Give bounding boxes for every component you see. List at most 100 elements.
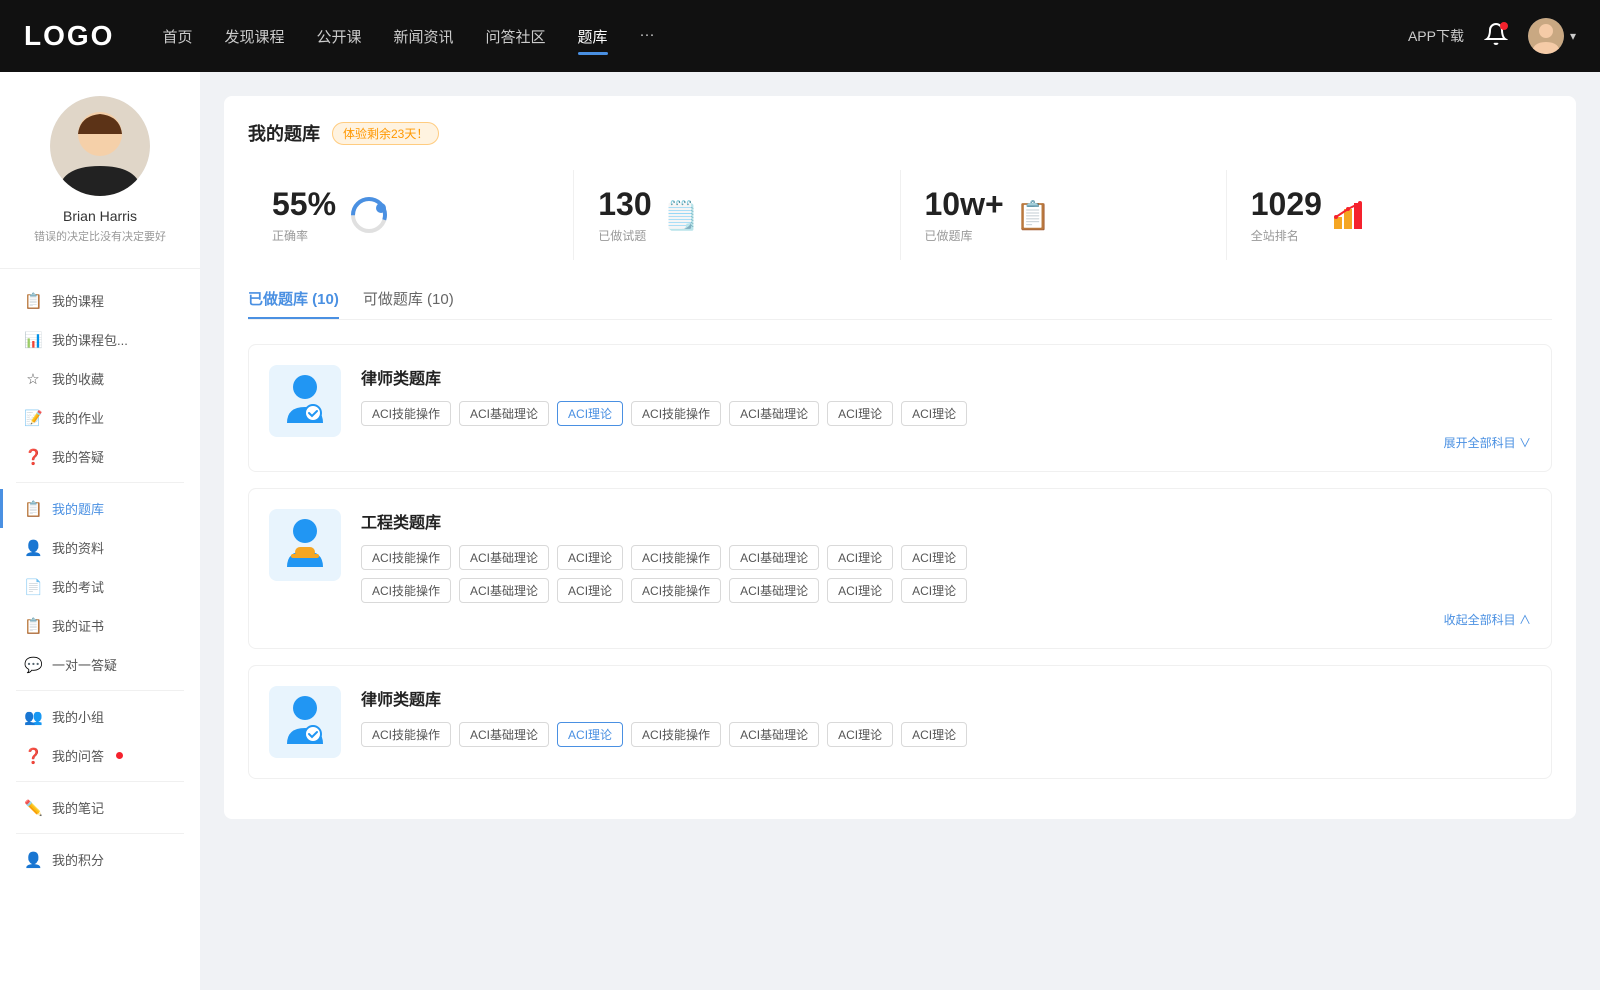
page-header: 我的题库 体验剩余23天！	[248, 120, 1552, 146]
bank-info-lawyer-2: 律师类题库 ACI技能操作 ACI基础理论 ACI理论 ACI技能操作 ACI基…	[361, 686, 1531, 755]
tag-eng-8[interactable]: ACI技能操作	[361, 578, 451, 603]
topnav-menu-item[interactable]: 新闻资讯	[394, 22, 454, 51]
topnav-menu-item[interactable]: 首页	[162, 22, 192, 51]
topnav-menu: 首页 发现课程 公开课 新闻资讯 问答社区 题库 ···	[162, 22, 1408, 51]
tag-lawyer1-7[interactable]: ACI理论	[901, 401, 967, 426]
tag-lawyer2-6[interactable]: ACI理论	[827, 722, 893, 747]
tag-lawyer1-1[interactable]: ACI技能操作	[361, 401, 451, 426]
sidebar-item-我的课程[interactable]: 📋 我的课程	[0, 281, 200, 320]
sidebar-item-我的笔记[interactable]: ✏️ 我的笔记	[0, 788, 200, 827]
stats-row: 55% 正确率 130 已做试题 🗒️	[248, 170, 1552, 260]
tag-lawyer2-4[interactable]: ACI技能操作	[631, 722, 721, 747]
sidebar-item-我的小组[interactable]: 👥 我的小组	[0, 697, 200, 736]
topnav-menu-item[interactable]: 公开课	[316, 22, 361, 51]
tag-eng-5[interactable]: ACI基础理论	[729, 545, 819, 570]
tag-lawyer1-4[interactable]: ACI技能操作	[631, 401, 721, 426]
tag-eng-1[interactable]: ACI技能操作	[361, 545, 451, 570]
sidebar-item-label: 一对一答疑	[52, 655, 117, 674]
tag-lawyer1-3[interactable]: ACI理论	[557, 401, 623, 426]
lawyer2-icon-wrap	[269, 686, 341, 758]
tag-eng-12[interactable]: ACI基础理论	[729, 578, 819, 603]
avatar	[1528, 18, 1564, 54]
tag-lawyer2-5[interactable]: ACI基础理论	[729, 722, 819, 747]
stat-done-banks-label: 已做题库	[925, 227, 1004, 244]
tag-eng-2[interactable]: ACI基础理论	[459, 545, 549, 570]
trial-badge: 体验剩余23天！	[332, 122, 439, 145]
topnav-menu-item[interactable]: 问答社区	[486, 22, 546, 51]
tag-eng-7[interactable]: ACI理论	[901, 545, 967, 570]
notes-orange-icon: 📋	[1016, 199, 1051, 232]
stat-done-questions-value: 130	[598, 186, 651, 223]
tag-eng-13[interactable]: ACI理论	[827, 578, 893, 603]
sidebar-item-label: 我的证书	[52, 616, 104, 635]
tag-eng-11[interactable]: ACI技能操作	[631, 578, 721, 603]
bank-tags-lawyer-1: ACI技能操作 ACI基础理论 ACI理论 ACI技能操作 ACI基础理论 AC…	[361, 401, 1531, 426]
content-card: 我的题库 体验剩余23天！ 55% 正确率	[224, 96, 1576, 819]
stat-site-rank-value: 1029	[1251, 186, 1322, 223]
bank-name-engineer: 工程类题库	[361, 509, 1531, 533]
lawyer-icon-wrap	[269, 365, 341, 437]
notification-bell[interactable]	[1484, 22, 1508, 51]
bank-tags-engineer-row1: ACI技能操作 ACI基础理论 ACI理论 ACI技能操作 ACI基础理论 AC…	[361, 545, 1531, 570]
sidebar-item-我的积分[interactable]: 👤 我的积分	[0, 840, 200, 879]
tag-eng-14[interactable]: ACI理论	[901, 578, 967, 603]
tab-available-banks[interactable]: 可做题库 (10)	[363, 288, 454, 319]
tag-lawyer2-1[interactable]: ACI技能操作	[361, 722, 451, 747]
tag-lawyer1-2[interactable]: ACI基础理论	[459, 401, 549, 426]
bar-chart-icon	[1334, 201, 1366, 229]
bank-tags-engineer-row2: ACI技能操作 ACI基础理论 ACI理论 ACI技能操作 ACI基础理论 AC…	[361, 578, 1531, 603]
sidebar-item-我的答疑[interactable]: ❓ 我的答疑	[0, 437, 200, 476]
bank-collapse-engineer[interactable]: 收起全部科目 ∧	[361, 611, 1531, 628]
app-download-link[interactable]: APP下载	[1408, 26, 1464, 46]
sidebar: Brian Harris 错误的决定比没有决定要好 📋 我的课程 📊 我的课程包…	[0, 72, 200, 990]
tag-eng-3[interactable]: ACI理论	[557, 545, 623, 570]
sidebar-item-label: 我的积分	[52, 850, 104, 869]
sidebar-item-我的考试[interactable]: 📄 我的考试	[0, 567, 200, 606]
user-avatar-menu[interactable]: ▾	[1528, 18, 1576, 54]
tag-lawyer1-5[interactable]: ACI基础理论	[729, 401, 819, 426]
bank-item-engineer: 工程类题库 ACI技能操作 ACI基础理论 ACI理论 ACI技能操作 ACI基…	[248, 488, 1552, 649]
tag-eng-10[interactable]: ACI理论	[557, 578, 623, 603]
tag-eng-9[interactable]: ACI基础理论	[459, 578, 549, 603]
profile-motto: 错误的决定比没有决定要好	[34, 228, 166, 244]
bank-name-lawyer-2: 律师类题库	[361, 686, 1531, 710]
tag-lawyer1-6[interactable]: ACI理论	[827, 401, 893, 426]
stat-site-rank-label: 全站排名	[1251, 227, 1322, 244]
sidebar-item-我的题库[interactable]: 📋 我的题库	[0, 489, 200, 528]
tag-lawyer2-2[interactable]: ACI基础理论	[459, 722, 549, 747]
stat-site-rank: 1029 全站排名	[1227, 170, 1552, 260]
sidebar-divider	[16, 833, 184, 834]
tag-lawyer2-3[interactable]: ACI理论	[557, 722, 623, 747]
sidebar-item-icon: 📝	[24, 409, 42, 427]
sidebar-item-icon: 👤	[24, 851, 42, 869]
sidebar-item-一对一答疑[interactable]: 💬 一对一答疑	[0, 645, 200, 684]
tag-eng-4[interactable]: ACI技能操作	[631, 545, 721, 570]
stat-done-banks-value: 10w+	[925, 186, 1004, 223]
tag-eng-6[interactable]: ACI理论	[827, 545, 893, 570]
topnav-menu-item[interactable]: ···	[640, 22, 655, 51]
sidebar-item-label: 我的课程	[52, 291, 104, 310]
sidebar-item-icon: ❓	[24, 448, 42, 466]
tag-lawyer2-7[interactable]: ACI理论	[901, 722, 967, 747]
sidebar-item-我的证书[interactable]: 📋 我的证书	[0, 606, 200, 645]
sidebar-item-我的课程包...[interactable]: 📊 我的课程包...	[0, 320, 200, 359]
sidebar-profile: Brian Harris 错误的决定比没有决定要好	[0, 96, 200, 269]
engineer-icon-wrap	[269, 509, 341, 581]
bank-info-lawyer-1: 律师类题库 ACI技能操作 ACI基础理论 ACI理论 ACI技能操作 ACI基…	[361, 365, 1531, 451]
bank-expand-lawyer-1[interactable]: 展开全部科目 ∨	[361, 434, 1531, 451]
topnav-menu-item[interactable]: 题库	[578, 22, 608, 51]
tab-done-banks[interactable]: 已做题库 (10)	[248, 288, 339, 319]
accuracy-chart-icon	[348, 194, 390, 236]
lawyer-icon	[279, 373, 331, 429]
sidebar-item-我的收藏[interactable]: ☆ 我的收藏	[0, 359, 200, 398]
bank-item-lawyer-1: 律师类题库 ACI技能操作 ACI基础理论 ACI理论 ACI技能操作 ACI基…	[248, 344, 1552, 472]
sidebar-item-我的作业[interactable]: 📝 我的作业	[0, 398, 200, 437]
sidebar-item-我的问答[interactable]: ❓ 我的问答	[0, 736, 200, 775]
page-title: 我的题库	[248, 120, 320, 146]
sidebar-item-我的资料[interactable]: 👤 我的资料	[0, 528, 200, 567]
sidebar-divider	[16, 482, 184, 483]
profile-name: Brian Harris	[63, 208, 137, 224]
bank-item-lawyer-2: 律师类题库 ACI技能操作 ACI基础理论 ACI理论 ACI技能操作 ACI基…	[248, 665, 1552, 779]
topnav-menu-item[interactable]: 发现课程	[224, 22, 284, 51]
sidebar-item-label: 我的作业	[52, 408, 104, 427]
